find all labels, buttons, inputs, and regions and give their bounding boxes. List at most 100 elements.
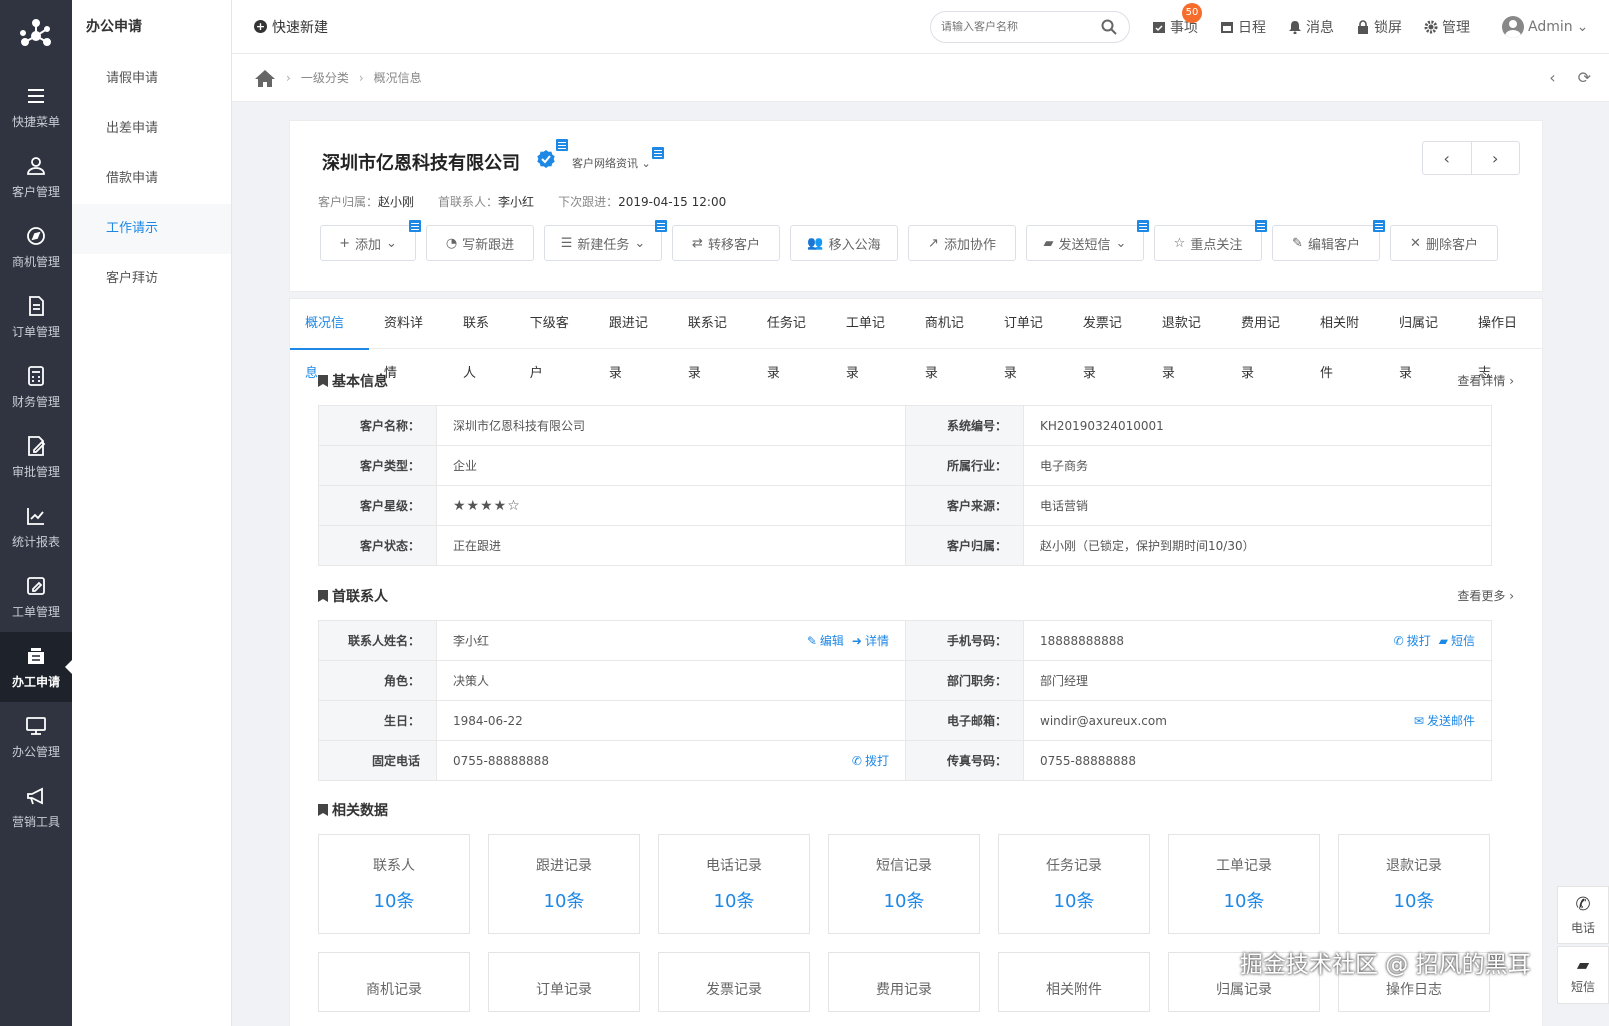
view-detail-link[interactable]: 查看详情 › — [1457, 372, 1514, 389]
rail-item-office-manage[interactable]: 办公管理 — [0, 702, 72, 772]
rail-item-opportunity[interactable]: 商机管理 — [0, 212, 72, 282]
transfer-customer-button[interactable]: ⇄ 转移客户 — [672, 225, 780, 261]
tab-overview[interactable]: 概况信息 — [290, 299, 370, 381]
rail-item-marketing[interactable]: 营销工具 — [0, 772, 72, 842]
field-label: 客户状态： — [318, 525, 437, 566]
tab-refunds[interactable]: 退款记录 — [1147, 299, 1226, 381]
top-bar: + 快速新建 事项 50 日程 消息 锁屏 — [232, 0, 1609, 54]
tab-tasks[interactable]: 任务记录 — [752, 299, 831, 381]
tab-tickets[interactable]: 工单记录 — [831, 299, 910, 381]
stat-card-followups[interactable]: 跟进记录 10条 — [488, 834, 640, 934]
stat-card-invoices[interactable]: 发票记录 — [658, 952, 810, 1012]
tab-contact-records[interactable]: 联系记录 — [673, 299, 752, 381]
edit-customer-button[interactable]: ✎ 编辑客户 — [1272, 220, 1385, 261]
follow-button[interactable]: ☆ 重点关注 — [1154, 220, 1267, 261]
rail-label: 财务管理 — [11, 394, 60, 409]
schedule-button[interactable]: 日程 — [1220, 17, 1266, 37]
document-icon — [29, 295, 44, 316]
submenu-item-business-trip[interactable]: 出差申请 — [72, 104, 231, 154]
call-mobile-link[interactable]: ✆ 拨打 — [1394, 632, 1431, 649]
stat-card-opportunities[interactable]: 商机记录 — [318, 952, 470, 1012]
edit-contact-link[interactable]: ✎ 编辑 — [807, 632, 844, 649]
home-icon[interactable] — [254, 68, 276, 88]
contact-table: 联系人姓名： 李小红 ✎ 编辑 ➜ 详情 手机号码： 18888888888 ✆ 拨打 ▰ 短信… — [318, 620, 1492, 781]
detail-card: 概况信息 资料详情 联系人 下级客户 跟进记录 联系记录 任务记录 工单记录 商… — [289, 298, 1543, 1026]
tab-ownership[interactable]: 归属记录 — [1384, 299, 1463, 381]
view-more-link[interactable]: 查看更多 › — [1457, 587, 1514, 604]
add-collab-button[interactable]: ↗ 添加协作 — [908, 225, 1016, 261]
rail-item-approval[interactable]: 审批管理 — [0, 422, 72, 492]
next-record-button[interactable]: › — [1472, 142, 1520, 174]
delete-customer-button[interactable]: ✕ 删除客户 — [1390, 225, 1498, 261]
message-button[interactable]: 消息 — [1288, 17, 1334, 37]
stat-card-expenses[interactable]: 费用记录 — [828, 952, 980, 1012]
note-icon[interactable] — [652, 147, 664, 159]
manage-button[interactable]: 管理 — [1424, 17, 1470, 37]
star-rating: ★★★★☆ — [453, 497, 521, 514]
tab-invoices[interactable]: 发票记录 — [1068, 299, 1147, 381]
tab-profile[interactable]: 资料详情 — [369, 299, 448, 381]
new-task-button[interactable]: ☰ 新建任务 ⌄ — [544, 220, 667, 261]
quick-new-button[interactable]: + 快速新建 — [254, 17, 328, 37]
stat-card-sms[interactable]: 短信记录 10条 — [828, 834, 980, 934]
float-sms-button[interactable]: ▰ 短信 — [1557, 946, 1609, 1004]
stat-card-refunds[interactable]: 退款记录 10条 — [1338, 834, 1490, 934]
contact-meta: 首联系人：李小红 — [438, 193, 534, 210]
submenu-item-customer-visit[interactable]: 客户拜访 — [72, 254, 231, 304]
app-logo[interactable] — [0, 0, 72, 72]
rail-item-customer[interactable]: 客户管理 — [0, 142, 72, 212]
tab-attachments[interactable]: 相关附件 — [1305, 299, 1384, 381]
tab-opportunities[interactable]: 商机记录 — [910, 299, 989, 381]
rail-item-order[interactable]: 订单管理 — [0, 282, 72, 352]
note-icon[interactable] — [556, 139, 568, 151]
call-landline-link[interactable]: ✆ 拨打 — [852, 752, 889, 769]
search-icon[interactable] — [1101, 19, 1117, 35]
contact-detail-link[interactable]: ➜ 详情 — [852, 632, 889, 649]
field-value: 企业 — [436, 445, 906, 486]
send-email-link[interactable]: ✉ 发送邮件 — [1414, 712, 1475, 729]
rail-item-office-apply[interactable]: 办工申请 — [0, 632, 72, 702]
icon-rail: 快捷菜单 客户管理 商机管理 订单管理 财务管理 审批管理 统计报表 工单管理 — [0, 0, 72, 1026]
breadcrumb-level1[interactable]: 一级分类 — [301, 69, 349, 86]
rail-item-ticket[interactable]: 工单管理 — [0, 562, 72, 632]
rail-item-report[interactable]: 统计报表 — [0, 492, 72, 562]
rail-item-quick-menu[interactable]: 快捷菜单 — [0, 72, 72, 142]
field-label: 客户名称： — [318, 405, 437, 446]
stat-card-attachments[interactable]: 相关附件 — [998, 952, 1150, 1012]
rail-label: 订单管理 — [11, 324, 60, 339]
submenu-item-loan[interactable]: 借款申请 — [72, 154, 231, 204]
stat-card-contacts[interactable]: 联系人 10条 — [318, 834, 470, 934]
write-followup-button[interactable]: ◔ 写新跟进 — [426, 225, 534, 261]
mobile-number: 18888888888 — [1040, 633, 1124, 648]
tab-sub-customers[interactable]: 下级客户 — [515, 299, 594, 381]
submenu-item-leave[interactable]: 请假申请 — [72, 54, 231, 104]
submenu-panel: 办公申请 请假申请 出差申请 借款申请 工作请示 客户拜访 — [72, 0, 232, 1026]
tab-followups[interactable]: 跟进记录 — [594, 299, 673, 381]
related-stats-grid: 联系人 10条 跟进记录 10条 电话记录 10条 短信记录 10条 任务记录 10条 工… — [318, 834, 1490, 1012]
tab-expenses[interactable]: 费用记录 — [1226, 299, 1305, 381]
stat-card-tickets[interactable]: 工单记录 10条 — [1168, 834, 1320, 934]
search-input[interactable] — [941, 21, 1101, 33]
user-menu[interactable]: Admin ⌄ — [1502, 16, 1588, 38]
stat-card-orders[interactable]: 订单记录 — [488, 952, 640, 1012]
todo-button[interactable]: 事项 50 — [1152, 3, 1202, 37]
tab-operation-log[interactable]: 操作日志 — [1463, 299, 1542, 381]
net-info-dropdown[interactable]: 客户网络资讯 ⌄ — [572, 155, 651, 171]
back-icon[interactable]: ‹ — [1549, 68, 1555, 87]
move-to-pool-button[interactable]: 👥 移入公海 — [790, 225, 898, 261]
write-followup-label: 写新跟进 — [462, 237, 515, 253]
prev-record-button[interactable]: ‹ — [1423, 142, 1472, 174]
rail-item-finance[interactable]: 财务管理 — [0, 352, 72, 422]
tab-orders[interactable]: 订单记录 — [989, 299, 1068, 381]
stat-card-tasks[interactable]: 任务记录 10条 — [998, 834, 1150, 934]
lock-screen-button[interactable]: 锁屏 — [1356, 17, 1402, 37]
send-sms-button[interactable]: ▰ 发送短信 ⌄ — [1026, 220, 1149, 261]
sms-link[interactable]: ▰ 短信 — [1439, 632, 1475, 649]
stat-card-calls[interactable]: 电话记录 10条 — [658, 834, 810, 934]
comment-icon: ◔ — [445, 235, 458, 251]
add-button[interactable]: + 添加 ⌄ — [320, 220, 421, 261]
refresh-icon[interactable]: ⟳ — [1578, 68, 1591, 87]
tab-contacts[interactable]: 联系人 — [448, 299, 515, 381]
submenu-item-work-request[interactable]: 工作请示 — [72, 204, 231, 254]
float-phone-button[interactable]: ✆ 电话 — [1557, 886, 1609, 944]
